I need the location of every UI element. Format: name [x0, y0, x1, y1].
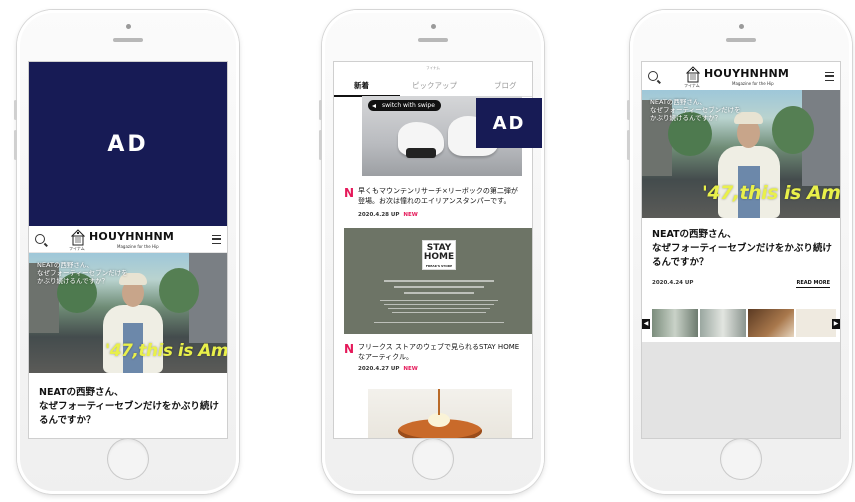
- empty-area: [642, 342, 840, 438]
- hamburger-menu-icon[interactable]: [212, 235, 221, 244]
- logo-tagline: Magazine for the Hip: [117, 244, 159, 249]
- hamburger-menu-icon[interactable]: [825, 72, 834, 81]
- site-header: フイナム HOUYHNHNM Magazine for the Hip: [642, 62, 840, 91]
- top-strip-label: フイナム: [426, 66, 440, 70]
- hero-image[interactable]: NEATの西野さん、 なぜフォーティーセブンだけを かぶり続けるんですか？ '4…: [29, 253, 227, 373]
- phone-mockup-2: フイナム 新着 ピックアップ ブログ switch with swipe N 早…: [319, 10, 544, 494]
- chevron-right-icon[interactable]: ▶: [832, 319, 840, 329]
- news-headline[interactable]: フリークス ストアのウェブで見られるSTAY HOMEなアーティクル。: [358, 342, 524, 362]
- ad-banner-overlay[interactable]: AD: [476, 98, 542, 148]
- home-button[interactable]: [720, 438, 762, 480]
- search-icon[interactable]: [648, 71, 658, 81]
- phone-mockup-1: AD フイナム HOUYHNHNM Magazine for the Hip N…: [14, 10, 239, 494]
- hero-slogan: '47,this is America.: [105, 341, 227, 361]
- tab-pickup[interactable]: ピックアップ: [412, 80, 457, 91]
- camera-icon: [125, 24, 131, 29]
- logo-house-label: フイナム: [684, 83, 700, 88]
- speaker-grille: [113, 38, 143, 42]
- swipe-hint: switch with swipe: [368, 100, 441, 111]
- phone-3-screen: フイナム HOUYHNHNM Magazine for the Hip NEAT…: [642, 62, 840, 438]
- hero-image[interactable]: NEATの西野さん、 なぜフォーティーセブンだけを かぶり続けるんですか？ '4…: [642, 90, 840, 218]
- tab-blog[interactable]: ブログ: [494, 80, 517, 91]
- home-button[interactable]: [412, 438, 454, 480]
- carousel-thumb[interactable]: [700, 309, 746, 337]
- speaker-grille: [418, 38, 448, 42]
- house-logo-icon: [71, 229, 85, 246]
- hero-caption: NEATの西野さん、 なぜフォーティーセブンだけを かぶり続けるんですか？: [650, 98, 741, 122]
- speaker-grille: [726, 38, 756, 42]
- logo-title[interactable]: HOUYHNHNM: [89, 230, 174, 243]
- carousel-thumb[interactable]: [748, 309, 794, 337]
- house-logo-icon: [686, 66, 700, 83]
- tab-bar: 新着 ピックアップ ブログ: [334, 74, 532, 97]
- phone-mockup-3: フイナム HOUYHNHNM Magazine for the Hip NEAT…: [627, 10, 852, 494]
- new-badge: NEW: [403, 366, 418, 372]
- stay-home-logo: STAY HOME FREAK'S STORE: [422, 240, 456, 270]
- tab-new[interactable]: 新着: [354, 80, 369, 91]
- article-title[interactable]: NEATの西野さん、 なぜフォーティーセブンだけをかぶり続けるんですか？: [652, 228, 832, 270]
- logo-house-label: フイナム: [69, 246, 85, 251]
- new-badge: NEW: [403, 212, 418, 218]
- camera-icon: [738, 24, 744, 29]
- hero-caption: NEATの西野さん、 なぜフォーティーセブンだけを かぶり続けるんですか？: [37, 261, 128, 285]
- article-date: 2020.4.24 UP: [652, 280, 694, 286]
- news-mark: N: [344, 342, 355, 356]
- logo-title[interactable]: HOUYHNHNM: [704, 67, 789, 80]
- news-mark: N: [344, 186, 355, 200]
- chevron-left-icon[interactable]: ◀: [642, 319, 650, 329]
- thumbnail-carousel: ◀ ▶: [642, 305, 840, 341]
- pancake-image[interactable]: [368, 389, 512, 438]
- site-header: フイナム HOUYHNHNM Magazine for the Hip: [29, 226, 227, 253]
- article-title[interactable]: NEATの西野さん、 なぜフォーティーセブンだけをかぶり続けるんですか？: [39, 386, 219, 428]
- phone-1-screen: AD フイナム HOUYHNHNM Magazine for the Hip N…: [29, 62, 227, 438]
- news-meta: 2020.4.28 UP NEW: [358, 212, 418, 218]
- read-more-link[interactable]: READ MORE: [796, 280, 830, 288]
- news-headline[interactable]: 早くもマウンテンリサーチ×リーボックの第二弾が登場。お次は憧れのエイリアンスタン…: [358, 186, 524, 206]
- logo-tagline: Magazine for the Hip: [732, 81, 774, 86]
- hero-slogan: '47,this is America.: [702, 182, 840, 204]
- news-meta: 2020.4.27 UP NEW: [358, 366, 418, 372]
- ad-banner[interactable]: AD: [29, 62, 227, 226]
- search-icon[interactable]: [35, 234, 45, 244]
- carousel-thumb[interactable]: [652, 309, 698, 337]
- stay-home-image[interactable]: STAY HOME FREAK'S STORE: [344, 228, 532, 334]
- camera-icon: [430, 24, 436, 29]
- home-button[interactable]: [107, 438, 149, 480]
- phone-2-screen: フイナム 新着 ピックアップ ブログ switch with swipe N 早…: [334, 62, 542, 438]
- carousel-thumb[interactable]: [796, 309, 836, 337]
